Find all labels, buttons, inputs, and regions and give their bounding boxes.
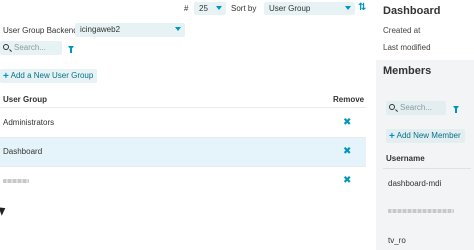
created-at-label: Created at — [383, 26, 421, 35]
column-header-username: Username — [386, 154, 425, 163]
backend-value: icingaweb2 — [80, 25, 121, 34]
remove-icon[interactable]: ✖ — [343, 109, 351, 137]
detail-title: Dashboard — [383, 5, 441, 17]
limit-symbol: # — [184, 4, 189, 13]
last-modified-label: Last modified — [383, 43, 431, 52]
member-search-placeholder: Search... — [400, 103, 433, 112]
plus-icon: + — [3, 71, 9, 82]
backend-label: User Group Backend — [3, 26, 78, 35]
limit-select[interactable]: 25 — [194, 2, 226, 15]
user-group-name: Administrators — [3, 118, 55, 127]
redacted-group-name — [3, 179, 29, 183]
remove-icon[interactable]: ✖ — [343, 167, 351, 195]
member-name: dashboard-mdi — [388, 179, 442, 188]
chevron-down-icon — [216, 6, 222, 10]
filter-icon[interactable] — [453, 106, 459, 113]
header-divider — [0, 107, 366, 108]
column-header-user-group: User Group — [3, 95, 48, 104]
column-header-remove: Remove — [333, 95, 365, 104]
members-title: Members — [383, 65, 432, 77]
add-member-label: Add New Member — [396, 131, 461, 140]
add-user-group-label: Add a New User Group — [10, 71, 94, 80]
filter-icon[interactable] — [68, 46, 74, 53]
sort-value: User Group — [269, 4, 311, 13]
limit-value: 25 — [199, 4, 208, 13]
search-placeholder: Search... — [14, 43, 47, 52]
sort-select[interactable]: User Group — [264, 2, 355, 15]
mouse-cursor-icon — [0, 205, 8, 216]
add-member-button[interactable]: + Add New Member — [386, 129, 465, 143]
search-icon — [3, 44, 9, 50]
search-icon — [389, 104, 395, 110]
list-pane: # 25 Sort by User Group ⇅ User Group Bac… — [0, 0, 370, 250]
sort-label: Sort by — [231, 4, 257, 13]
table-row[interactable]: ✖ — [0, 167, 366, 195]
table-row[interactable]: Administrators ✖ — [0, 109, 366, 137]
search-input[interactable]: Search... — [0, 41, 62, 55]
member-name: tv_ro — [388, 236, 406, 245]
backend-select[interactable]: icingaweb2 — [75, 23, 185, 37]
chevron-down-icon — [175, 27, 181, 31]
header-divider — [383, 168, 471, 169]
chevron-down-icon — [345, 6, 351, 10]
redacted-member-name — [388, 209, 454, 213]
sort-direction-icon[interactable]: ⇅ — [358, 2, 366, 13]
table-row[interactable]: Dashboard ✖ — [0, 138, 366, 166]
remove-icon[interactable]: ✖ — [343, 138, 351, 166]
plus-icon: + — [389, 131, 395, 142]
user-group-name: Dashboard — [3, 147, 43, 156]
add-user-group-button[interactable]: + Add a New User Group — [0, 69, 98, 83]
member-search-input[interactable]: Search... — [386, 101, 446, 115]
